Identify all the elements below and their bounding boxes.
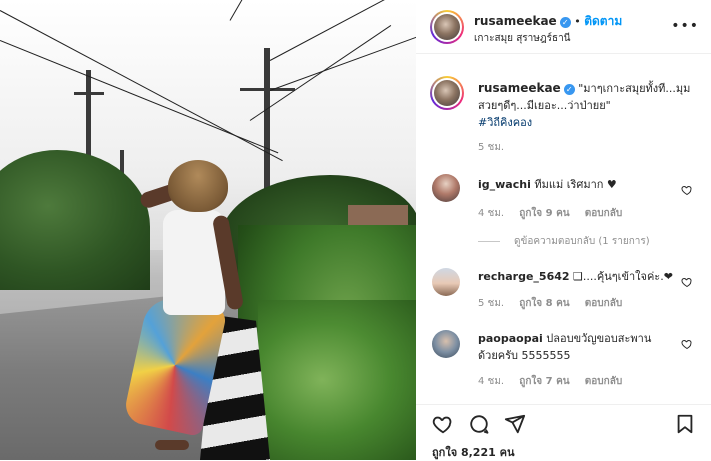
bookmark-icon[interactable] xyxy=(674,413,696,435)
commenter-username[interactable]: paopaopai xyxy=(478,332,543,345)
comment-time: 4 ชม. xyxy=(478,208,505,219)
heart-icon[interactable] xyxy=(432,413,454,435)
post-photo[interactable] xyxy=(0,0,416,460)
avatar-ring xyxy=(432,78,462,108)
replies-line xyxy=(478,240,500,242)
utility-pole-crossbar xyxy=(74,92,104,95)
comment-like-heart-icon[interactable] xyxy=(681,338,693,350)
follow-button[interactable]: ติดตาม xyxy=(584,14,622,28)
caption-username[interactable]: rusameekae xyxy=(478,81,561,95)
paper-plane-icon[interactable] xyxy=(504,413,526,435)
separator-dot: • xyxy=(574,15,585,28)
comment-reply-button[interactable]: ตอบกลับ xyxy=(585,208,622,219)
photo-bushes-front xyxy=(258,300,416,460)
post-header: rusameekae ✓ • ติดตาม เกาะสมุย สุราษฎร์ธา… xyxy=(416,0,711,54)
commenter-username[interactable]: recharge_5642 xyxy=(478,270,570,283)
comment-body: ❑....คุ้นๆเข้าใจค่ะ.❤ xyxy=(573,270,673,283)
comment-like-count[interactable]: ถูกใจ 7 คน xyxy=(519,376,569,387)
caption-author-avatar[interactable] xyxy=(430,76,464,110)
comment-like-count[interactable]: ถูกใจ 9 คน xyxy=(519,208,569,219)
comment-like-heart-icon[interactable] xyxy=(681,184,693,196)
post-action-bar: ถูกใจ 8,221 คน xyxy=(416,404,711,460)
comment-reply-button[interactable]: ตอบกลับ xyxy=(585,298,622,309)
person-foot xyxy=(155,440,189,450)
post-location[interactable]: เกาะสมุย สุราษฎร์ธานี xyxy=(474,31,571,46)
comment-like-heart-icon[interactable] xyxy=(681,276,693,288)
person-straw-hat xyxy=(168,160,228,212)
commenter-avatar[interactable] xyxy=(432,174,460,202)
verified-badge-icon: ✓ xyxy=(563,83,575,95)
comment-meta: 5 ชม. ถูกใจ 8 คน ตอบกลับ xyxy=(478,296,634,311)
caption-timestamp: 5 ชม. xyxy=(478,142,505,153)
avatar-ring xyxy=(432,12,462,42)
comment-body: ทีมแม่ เริศมาก ♥ xyxy=(534,178,617,191)
comment-meta: 4 ชม. ถูกใจ 7 คน ตอบกลับ xyxy=(478,374,634,389)
comment-time: 4 ชม. xyxy=(478,376,505,387)
comment-text: recharge_5642 ❑....คุ้นๆเข้าใจค่ะ.❤ xyxy=(478,268,678,285)
comment-time: 5 ชม. xyxy=(478,298,505,309)
comment-meta: 4 ชม. ถูกใจ 9 คน ตอบกลับ xyxy=(478,206,634,221)
author-avatar[interactable] xyxy=(430,10,464,44)
verified-badge-icon: ✓ xyxy=(559,16,571,28)
commenter-avatar[interactable] xyxy=(432,268,460,296)
comment-icon[interactable] xyxy=(468,413,490,435)
avatar-image xyxy=(434,80,460,106)
comment-text: ig_wachi ทีมแม่ เริศมาก ♥ xyxy=(478,176,678,193)
commenter-username[interactable]: ig_wachi xyxy=(478,178,531,191)
comment-reply-button[interactable]: ตอบกลับ xyxy=(585,376,622,387)
view-replies-button[interactable]: ดูข้อความตอบกลับ (1 รายการ) xyxy=(478,234,650,249)
utility-pole-crossbar xyxy=(240,88,295,91)
header-user-line: rusameekae ✓ • ติดตาม xyxy=(474,12,622,31)
avatar-image xyxy=(434,14,460,40)
comment-like-count[interactable]: ถูกใจ 8 คน xyxy=(519,298,569,309)
post-like-count[interactable]: ถูกใจ 8,221 คน xyxy=(432,443,514,461)
post-details-panel: rusameekae ✓ • ติดตาม เกาะสมุย สุราษฎร์ธา… xyxy=(416,0,711,460)
view-replies-label: ดูข้อความตอบกลับ (1 รายการ) xyxy=(514,236,650,247)
author-username[interactable]: rusameekae xyxy=(474,14,557,28)
more-options-icon[interactable]: ••• xyxy=(671,18,699,34)
caption-hashtag[interactable]: #วิถีคิงคอง xyxy=(478,116,532,129)
caption-text: rusameekae ✓ "มาๆเกาะสมุยทั้งที...มุมสวยๆ… xyxy=(478,80,700,131)
instagram-post-view: rusameekae ✓ • ติดตาม เกาะสมุย สุราษฎร์ธา… xyxy=(0,0,711,460)
comment-text: paopaopai ปลอบขวัญขอบสะพาน ด้วยครับ 5555… xyxy=(478,330,668,364)
commenter-avatar[interactable] xyxy=(432,330,460,358)
